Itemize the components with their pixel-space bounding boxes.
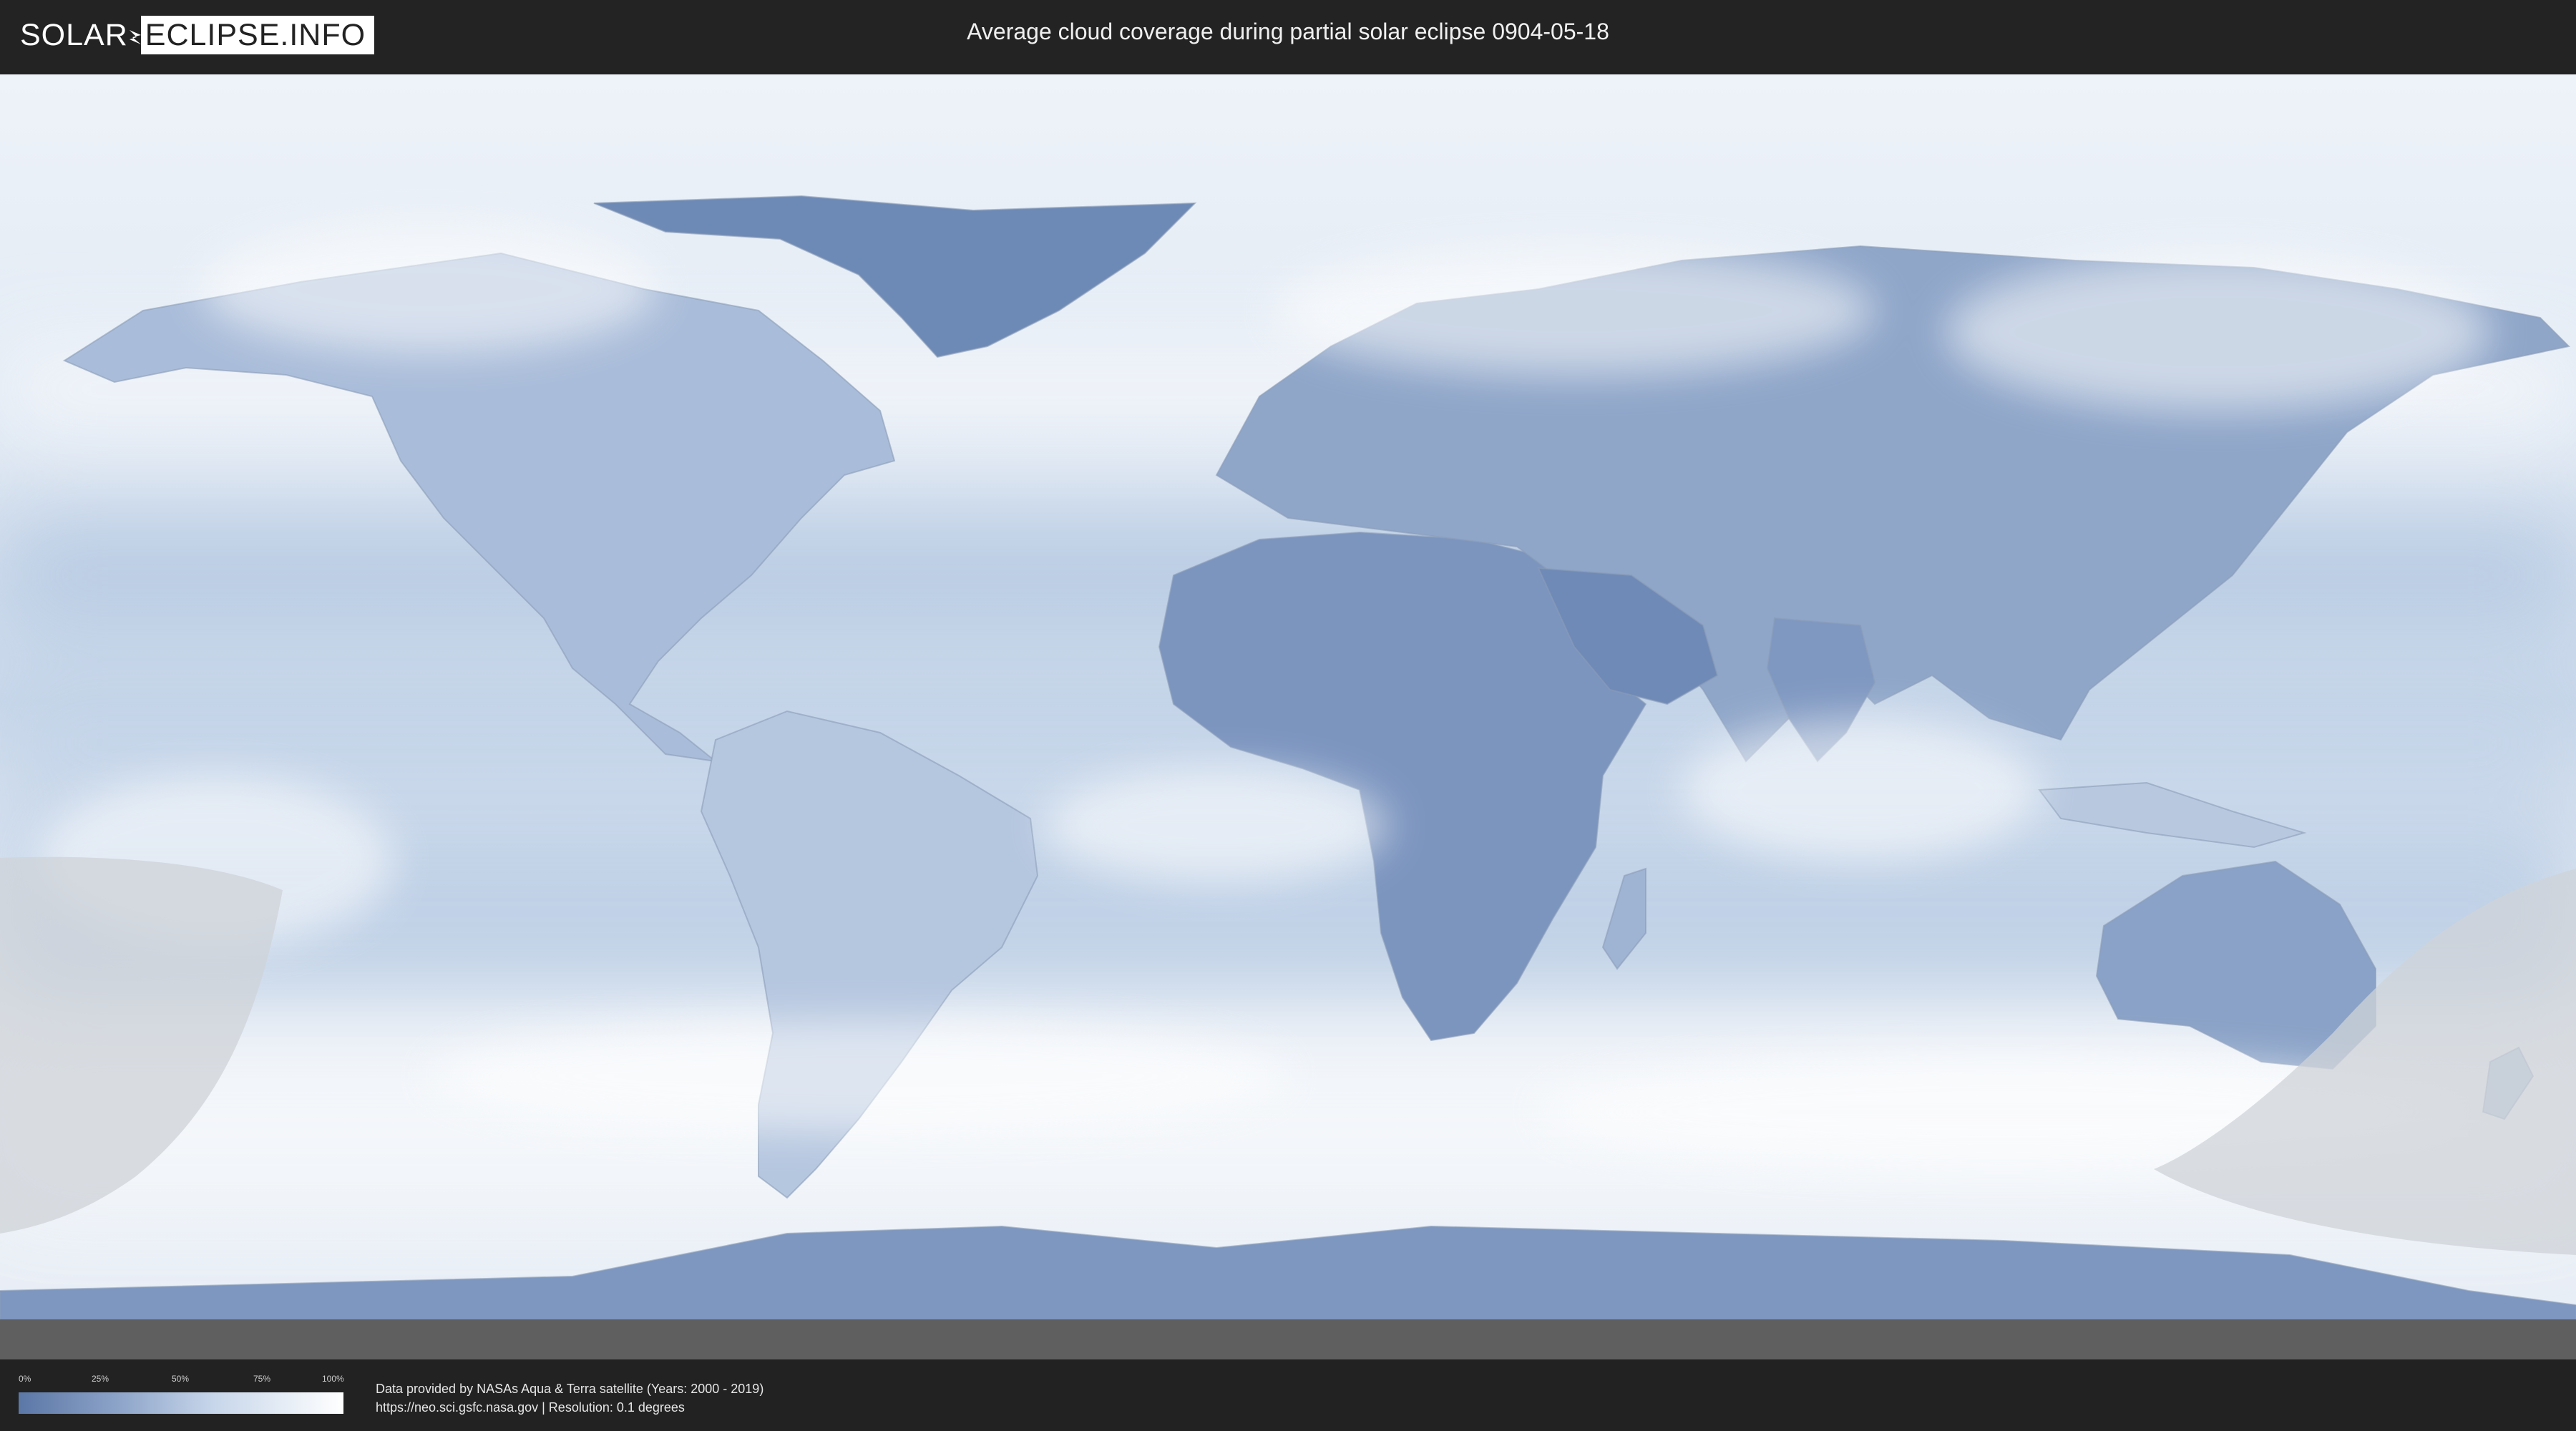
legend-tick-25: 25% [92, 1374, 109, 1384]
page-root: SOLAR ECLIPSE.INFO Average cloud coverag… [0, 0, 2576, 1431]
legend-tick-100: 100% [322, 1374, 344, 1384]
legend-tick-0: 0% [19, 1374, 31, 1384]
legend-tick-75: 75% [253, 1374, 271, 1384]
legend-tick-50: 50% [172, 1374, 190, 1384]
cloud-coverage-map[interactable] [0, 74, 2576, 1359]
header-bar: SOLAR ECLIPSE.INFO Average cloud coverag… [0, 0, 2576, 72]
credit-line-1: Data provided by NASAs Aqua & Terra sate… [376, 1382, 764, 1396]
world-map-svg [0, 74, 2576, 1359]
map-bottom-band [0, 1319, 2576, 1359]
credit-line-2[interactable]: https://neo.sci.gsfc.nasa.gov | Resoluti… [376, 1398, 763, 1417]
footer-bar: 0% 25% 50% 75% 100% Data provided by NAS… [0, 1359, 2576, 1431]
legend-gradient-bar [19, 1392, 343, 1414]
cloud-coverage-legend: 0% 25% 50% 75% 100% [19, 1374, 344, 1417]
data-credits: Data provided by NASAs Aqua & Terra sate… [376, 1379, 763, 1417]
page-title: Average cloud coverage during partial so… [967, 19, 1609, 44]
